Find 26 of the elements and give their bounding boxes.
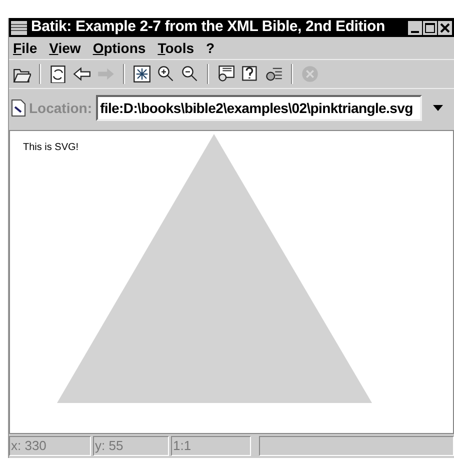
location-field[interactable]: file:D:\books\bible2\examples\02\pinktriangle.svg [96,95,422,121]
menu-item[interactable]: Tools [158,38,194,58]
viewer-icon[interactable] [217,65,235,83]
menu-item[interactable]: ? [206,38,215,58]
menu-icon[interactable] [11,20,27,34]
close-button[interactable] [438,20,452,34]
minimize-button[interactable] [408,20,422,34]
reload-icon[interactable] [49,65,67,83]
fit-icon[interactable] [133,65,151,83]
location-label: Location: [29,98,92,118]
canvas-text: This is SVG! [23,141,79,155]
menu-item[interactable]: File [13,38,38,58]
tree-icon[interactable] [265,65,283,83]
left-arrow-icon[interactable] [73,65,91,83]
zoom-in-icon[interactable] [157,65,175,83]
status-cell: y: 55 [93,436,169,456]
document-icon [11,99,27,117]
caret-icon [433,105,443,111]
status-cell: 1:1 [171,436,251,456]
menu-item[interactable]: View [49,38,81,58]
window-title: Batik: Example 2-7 from the XML Bible, 2nd Edition [31,18,385,38]
help-icon[interactable] [241,65,259,83]
status-cell: x: 330 [9,436,91,456]
maximize-button[interactable] [423,20,437,34]
zoom-out-icon[interactable] [181,65,199,83]
menu-item[interactable]: Options [92,38,146,58]
